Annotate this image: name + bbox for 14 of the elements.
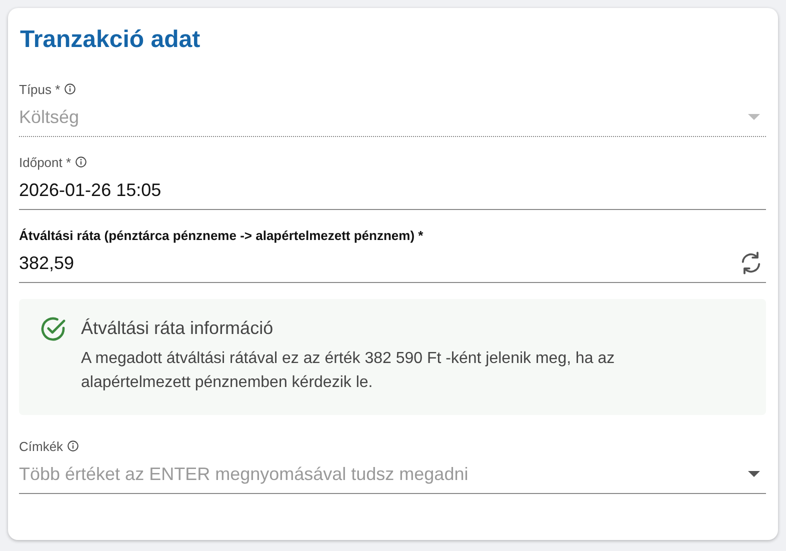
caret-icon <box>748 471 760 477</box>
info-icon[interactable] <box>75 156 88 168</box>
alert-text: A megadott átváltási rátával ez az érték 382 590 Ft -ként jelenik meg, ha az alapértelmezett pénznemben kérdezik le. <box>81 349 616 393</box>
caret-icon <box>748 114 760 120</box>
field-label: Időpont * <box>19 154 72 170</box>
input-field[interactable]: 2026-01-26 15:05 <box>19 171 766 210</box>
field-label: Átváltási ráta (pénztárca pénzneme -> alapértelmezett pénznem) * <box>19 228 424 242</box>
info-icon[interactable] <box>67 440 80 452</box>
card-title: Tranzakció adat <box>20 25 202 55</box>
field-label: Címkék <box>19 438 64 454</box>
input-field[interactable]: 382,59 <box>19 244 766 283</box>
check-circle-icon <box>39 315 67 343</box>
field-label: Típus * <box>19 82 60 96</box>
alert-title: Átváltási ráta információ <box>81 318 274 339</box>
